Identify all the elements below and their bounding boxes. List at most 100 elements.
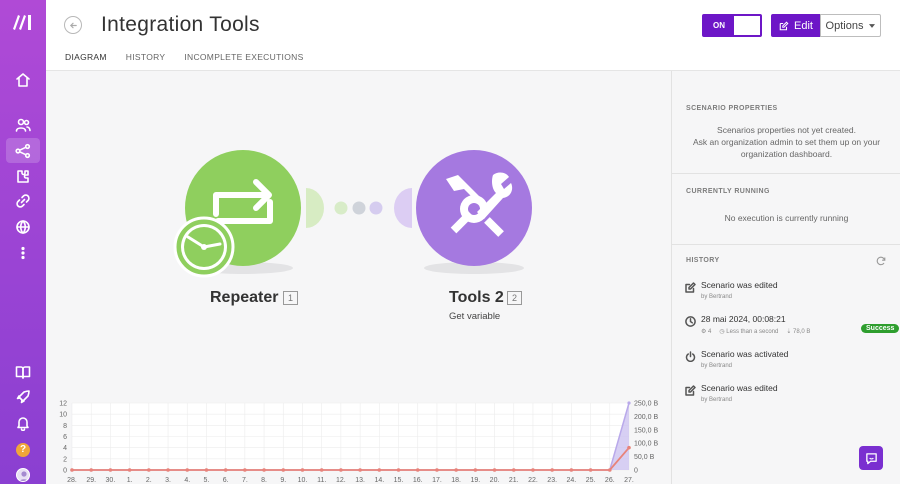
chart-x-tick-label: 17. (432, 477, 442, 484)
chart-x-tick-label: 5. (204, 477, 210, 484)
edit-icon (685, 280, 696, 293)
more-icon[interactable] (11, 242, 35, 264)
chart-y2-tick-label: 200,0 B (634, 414, 658, 421)
scenario-properties-line1: Scenarios properties not yet created. (717, 125, 856, 135)
avatar[interactable] (16, 468, 30, 482)
clock-icon (685, 314, 696, 327)
make-logo[interactable] (11, 13, 35, 31)
chart-y2-tick-label: 150,0 B (634, 427, 658, 434)
toggle-on-label: ON (704, 16, 734, 35)
help-icon[interactable]: ? (16, 443, 30, 457)
scenario-properties-line3: organization dashboard. (740, 149, 833, 159)
chart-x-tick-label: 27. (624, 477, 634, 484)
chart-point (204, 468, 209, 472)
chart-point (89, 468, 94, 472)
connection-dot (369, 201, 383, 215)
chat-support-button[interactable] (859, 446, 883, 470)
scenario-canvas[interactable]: Repeater 1 Tools 2 2 Get variable 0 2 4 6 8 1… (46, 71, 671, 484)
chart-x-tick-label: 30. (106, 477, 116, 484)
chart-x-tick-label: 8. (261, 477, 267, 484)
chart-point (377, 468, 382, 472)
repeater-connector (306, 188, 324, 228)
chart-x-tick-label: 6. (223, 477, 229, 484)
options-label: Options (825, 19, 864, 32)
chart-point (70, 468, 74, 472)
edit-icon (779, 21, 789, 30)
chart-point (108, 468, 113, 472)
history-execution-time: 28 mai 2024, 00:08:21 (701, 314, 786, 324)
chart-point (511, 468, 516, 472)
history-title: HISTORY (686, 257, 720, 264)
currently-running-title: CURRENTLY RUNNING (686, 188, 770, 195)
history-item-title: Scenario was edited (701, 383, 778, 393)
chart-x-tick-label: 18. (451, 477, 461, 484)
webhooks-icon[interactable] (11, 216, 35, 238)
operations-chart: 0 2 4 6 8 10 12 0 50,0 B 100,0 B 150,0 B 200,0 B 250… (59, 401, 658, 484)
bell-icon[interactable] (11, 412, 35, 434)
chart-point (492, 468, 497, 472)
chart-point (281, 468, 286, 472)
data-transfer: 78,0 B (793, 329, 811, 335)
options-dropdown[interactable]: Options (820, 14, 881, 37)
users-icon[interactable] (11, 114, 35, 136)
scenarios-icon[interactable] (11, 140, 35, 162)
power-icon (685, 349, 696, 363)
edit-button[interactable]: Edit (771, 14, 821, 37)
caret-down-icon (869, 23, 876, 28)
back-button[interactable] (64, 16, 82, 34)
scenario-on-off-toggle[interactable]: ON (702, 14, 762, 37)
tools-module-subtitle: Get variable (449, 311, 501, 322)
chart-point (607, 468, 612, 472)
chart-x-tick-label: 26. (605, 477, 615, 484)
operations-count-icon: ⚙ 4 (701, 329, 712, 335)
chart-y-tick-label: 12 (59, 401, 67, 408)
chart-x-tick-label: 4. (184, 477, 190, 484)
chart-x-tick-label: 25. (586, 477, 596, 484)
chart-y2-tick-label: 250,0 B (634, 401, 658, 408)
chart-point (569, 468, 574, 472)
chart-point (147, 468, 151, 472)
chart-point (300, 468, 305, 472)
refresh-icon[interactable] (876, 256, 886, 266)
launch-icon[interactable] (11, 386, 35, 408)
chart-y2-tick-label: 50,0 B (634, 454, 655, 461)
chart-y-tick-label: 4 (63, 445, 67, 452)
connections-icon[interactable] (11, 190, 35, 212)
chart-point (127, 468, 132, 472)
chart-point (588, 468, 593, 472)
chart-x-tick-label: 22. (528, 477, 538, 484)
currently-running-text: No execution is currently running (724, 213, 849, 223)
apps-icon[interactable] (11, 165, 35, 187)
chart-y-tick-label: 10 (59, 412, 67, 419)
home-icon[interactable] (11, 69, 35, 91)
chart-point (358, 468, 362, 472)
chart-point (627, 401, 631, 405)
chart-x-tick-label: 28. (67, 477, 77, 484)
repeater-module-number: 1 (283, 291, 298, 305)
page-title: Integration Tools (101, 13, 260, 36)
tools-module-number: 2 (507, 291, 522, 305)
chart-point (185, 468, 190, 472)
chart-x-tick-label: 23. (547, 477, 557, 484)
history-item-author: by Bertrand (701, 363, 733, 369)
chart-x-tick-label: 20. (490, 477, 500, 484)
chart-y-tick-label: 2 (63, 456, 67, 463)
docs-icon[interactable] (11, 361, 35, 383)
chart-x-tick-label: 11. (317, 477, 326, 484)
status-badge: Success (861, 324, 900, 333)
chart-x-tick-label: 10. (298, 477, 308, 484)
panel-divider (672, 173, 900, 174)
chart-x-tick-label: 15. (394, 477, 404, 484)
edit-icon (685, 383, 696, 396)
operations-count: 4 (708, 329, 712, 335)
chart-point (243, 468, 247, 472)
chart-x-tick-label: 16. (413, 477, 423, 484)
chart-point (223, 468, 228, 472)
chart-x-tick-label: 13. (355, 477, 365, 484)
panel-divider (672, 244, 900, 245)
chart-x-tick-label: 29. (86, 477, 96, 484)
tools-module-name: Tools 2 (449, 289, 504, 306)
chart-point (166, 468, 170, 472)
scenario-properties-title: SCENARIO PROPERTIES (686, 105, 778, 112)
duration-icon: ◷ Less than a second (719, 329, 779, 335)
